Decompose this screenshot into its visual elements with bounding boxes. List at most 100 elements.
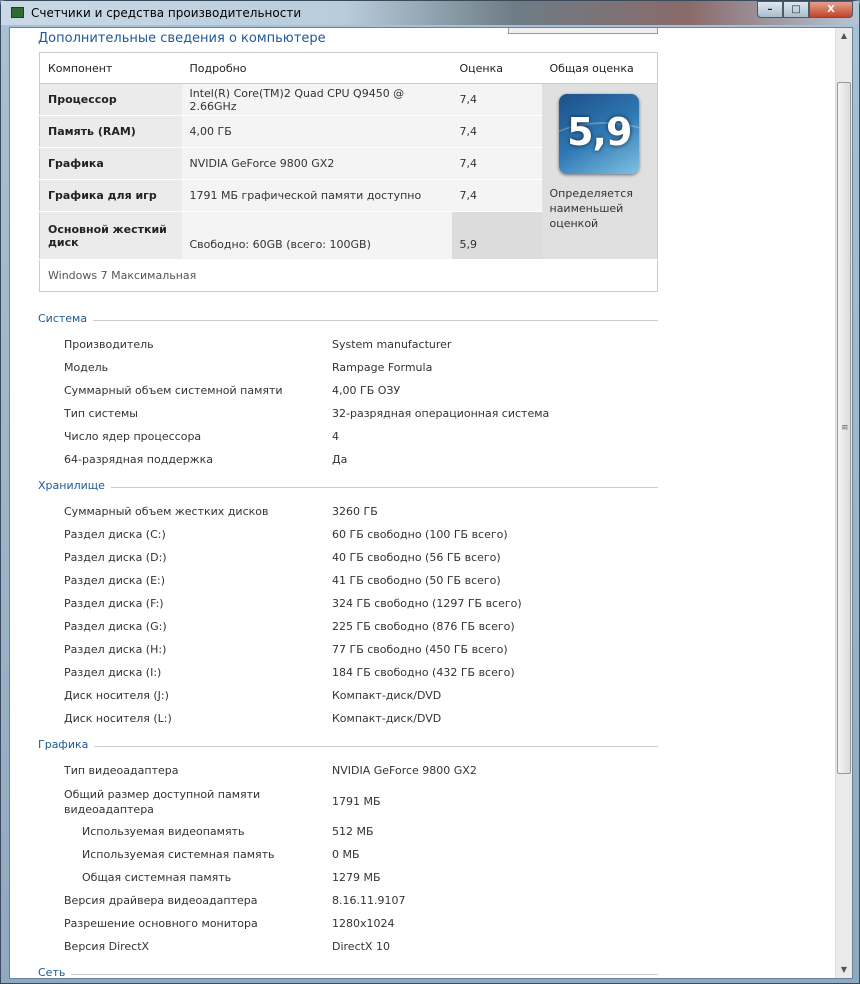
info-label: Тип системы	[64, 407, 138, 420]
window: Счетчики и средства производительности –…	[0, 0, 860, 984]
score: 7,4	[451, 179, 542, 212]
info-value: 60 ГБ свободно (100 ГБ всего)	[332, 528, 508, 541]
info-label: Версия драйвера видеоадаптера	[64, 894, 258, 907]
info-value: 225 ГБ свободно (876 ГБ всего)	[332, 620, 515, 633]
col-details: Подробно	[181, 52, 452, 84]
table-row: Процессор Intel(R) Core(TM)2 Quad CPU Q9…	[39, 83, 658, 260]
page-heading: Дополнительные сведения о компьютере	[38, 31, 326, 46]
info-value: DirectX 10	[332, 940, 390, 953]
info-value: 512 МБ	[332, 825, 374, 838]
info-label: Раздел диска (G:)	[64, 620, 167, 633]
info-value: Компакт-диск/DVD	[332, 689, 442, 702]
col-score: Оценка	[451, 52, 542, 84]
section-title: Хранилище	[38, 479, 105, 492]
title-bar[interactable]: Счетчики и средства производительности –…	[1, 1, 859, 25]
info-value: 4	[332, 430, 339, 443]
base-score-note: Определяется наименьшей оценкой	[549, 187, 633, 230]
info-value: System manufacturer	[332, 338, 452, 351]
info-value: 41 ГБ свободно (50 ГБ всего)	[332, 574, 501, 587]
scroll-down-icon[interactable]: ▼	[836, 962, 852, 978]
divider	[71, 974, 658, 975]
component: Графика для игр	[39, 179, 182, 212]
divider	[111, 487, 658, 488]
info-label: Тип видеоадаптера	[64, 764, 179, 777]
score: 7,4	[451, 83, 542, 116]
vertical-scrollbar[interactable]: ▲ ≡ ▼	[835, 28, 852, 978]
info-value: 4,00 ГБ ОЗУ	[332, 384, 401, 397]
section-title: Система	[38, 312, 88, 325]
info-label: Суммарный объем жестких дисков	[64, 505, 269, 518]
close-button[interactable]: X	[809, 1, 853, 18]
info-label: Общая системная память	[82, 871, 232, 884]
info-label: Версия DirectX	[64, 940, 150, 953]
info-value: 32-разрядная операционная система	[332, 407, 550, 420]
app-icon	[11, 7, 24, 18]
details: Intel(R) Core(TM)2 Quad CPU Q9450 @ 2.66…	[181, 83, 452, 116]
info-label: Раздел диска (E:)	[64, 574, 166, 587]
info-value: 1279 МБ	[332, 871, 381, 884]
info-label: Диск носителя (J:)	[64, 689, 169, 702]
scroll-thumb[interactable]: ≡	[837, 82, 851, 774]
score: 5,9	[451, 211, 542, 260]
info-label: Разрешение основного монитора	[64, 917, 258, 930]
col-component: Компонент	[39, 52, 182, 84]
section-header: Хранилище	[38, 479, 658, 492]
overall-score-cell: 5,9 Определяется наименьшей оценкой	[541, 83, 658, 260]
base-score-badge: 5,9	[559, 94, 640, 174]
divider	[93, 320, 658, 321]
info-label: Число ядер процессора	[64, 430, 202, 443]
info-value: 1280x1024	[332, 917, 395, 930]
col-overall: Общая оценка	[541, 52, 658, 84]
score: 7,4	[451, 147, 542, 180]
base-score: 5,9	[567, 110, 632, 154]
divider	[94, 746, 658, 747]
info-value: 40 ГБ свободно (56 ГБ всего)	[332, 551, 501, 564]
details: NVIDIA GeForce 9800 GX2	[181, 147, 452, 180]
scroll-up-icon[interactable]: ▲	[836, 28, 852, 44]
component: Графика	[39, 147, 182, 180]
info-value: 184 ГБ свободно (432 ГБ всего)	[332, 666, 515, 679]
info-label: Суммарный объем системной памяти	[64, 384, 283, 397]
component: Память (RAM)	[39, 115, 182, 148]
info-value: 0 МБ	[332, 848, 360, 861]
minimize-button[interactable]: –	[757, 1, 783, 18]
info-label: Раздел диска (F:)	[64, 597, 164, 610]
info-value: 77 ГБ свободно (450 ГБ всего)	[332, 643, 508, 656]
component: Процессор	[39, 83, 182, 116]
info-value: 8.16.11.9107	[332, 894, 406, 907]
info-label: Раздел диска (I:)	[64, 666, 162, 679]
info-value: Компакт-диск/DVD	[332, 712, 442, 725]
info-label: Используемая видеопамять	[82, 825, 245, 838]
score: 7,4	[451, 115, 542, 148]
section-header: Сеть	[38, 966, 658, 979]
info-label: Раздел диска (C:)	[64, 528, 166, 541]
info-label: Раздел диска (D:)	[64, 551, 167, 564]
section-title: Сеть	[38, 966, 66, 979]
info-label: Диск носителя (L:)	[64, 712, 172, 725]
details: Свободно: 60GB (всего: 100GB)	[181, 211, 452, 260]
info-label: 64-разрядная поддержка	[64, 453, 213, 466]
content-area: Дополнительные сведения о компьютере Ком…	[9, 27, 853, 979]
info-value: 3260 ГБ	[332, 505, 378, 518]
details: 1791 МБ графической памяти доступно	[181, 179, 452, 212]
component: Основной жесткий диск	[39, 211, 182, 260]
info-value: NVIDIA GeForce 9800 GX2	[332, 764, 477, 777]
section-header: Графика	[38, 738, 658, 751]
window-title: Счетчики и средства производительности	[31, 6, 302, 20]
info-value: 324 ГБ свободно (1297 ГБ всего)	[332, 597, 522, 610]
os-edition: Windows 7 Максимальная	[39, 259, 658, 292]
info-label: Используемая системная память	[82, 848, 275, 861]
top-button[interactable]	[508, 28, 658, 34]
wei-table: Компонент Подробно Оценка Общая оценка П…	[39, 52, 658, 292]
maximize-button[interactable]: □	[783, 1, 809, 18]
info-label: Раздел диска (H:)	[64, 643, 167, 656]
info-label: Производитель	[64, 338, 154, 351]
details: 4,00 ГБ	[181, 115, 452, 148]
section-title: Графика	[38, 738, 89, 751]
info-value: Да	[332, 453, 348, 466]
info-label: Модель	[64, 361, 109, 374]
info-label: Общий размер доступной памяти видеоадапт…	[64, 788, 261, 816]
section-header: Система	[38, 312, 658, 325]
info-value: 1791 МБ	[332, 795, 381, 808]
info-value: Rampage Formula	[332, 361, 433, 374]
